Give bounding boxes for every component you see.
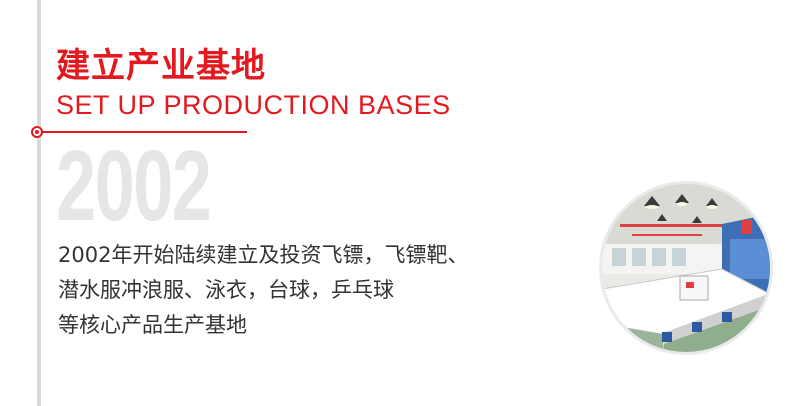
description: 2002年开始陆续建立及投资飞镖，飞镖靶、 潜水服冲浪服、泳衣，台球，乒乓球 等…: [58, 238, 578, 343]
section-title: 建立产业基地: [56, 46, 266, 86]
section-subtitle: SET UP PRODUCTION BASES: [56, 90, 451, 120]
description-line: 潜水服冲浪服、泳衣，台球，乒乓球: [58, 278, 394, 302]
year-label: 2002: [56, 130, 212, 242]
description-line: 2002年开始陆续建立及投资飞镖，飞镖靶、: [58, 243, 469, 267]
timeline-line: [37, 0, 41, 406]
description-line: 等核心产品生产基地: [58, 313, 247, 337]
factory-photo: [599, 181, 773, 355]
